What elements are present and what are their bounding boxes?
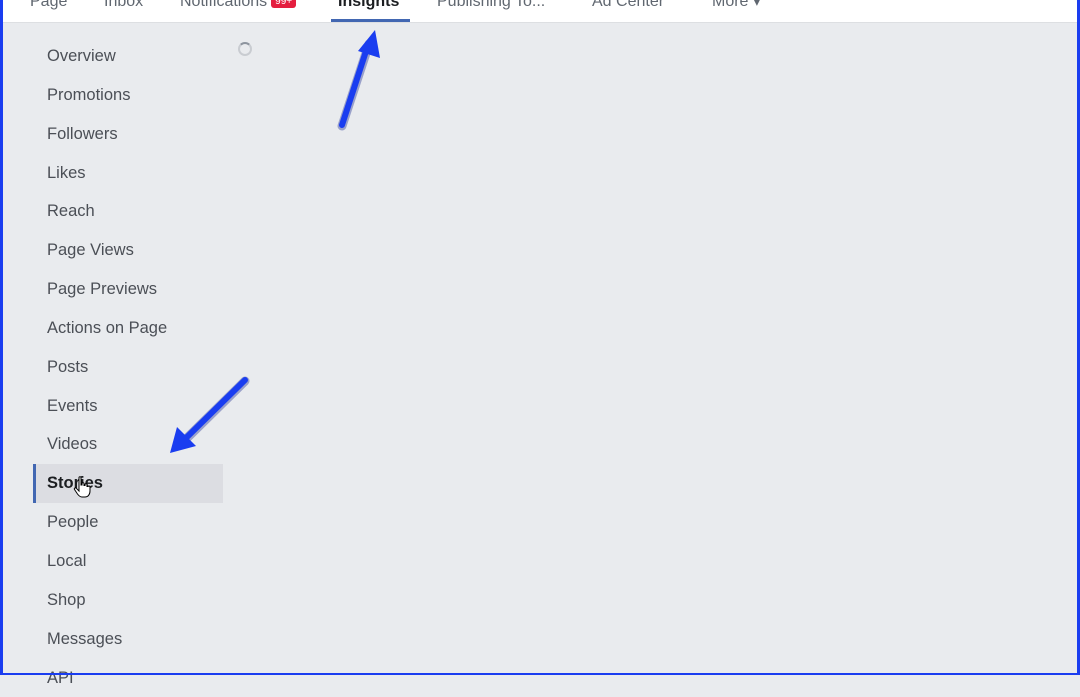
notifications-count-badge: 99+	[271, 0, 296, 8]
sidebar-item-people[interactable]: People	[33, 503, 223, 542]
tab-notifications[interactable]: Notifications 99+	[180, 0, 296, 22]
tab-more[interactable]: More ▾	[712, 0, 761, 22]
insights-sidebar: Overview Promotions Followers Likes Reac…	[33, 37, 223, 697]
sidebar-item-followers[interactable]: Followers	[33, 115, 223, 154]
tab-page[interactable]: Page	[30, 0, 67, 22]
sidebar-item-api[interactable]: API	[33, 659, 223, 697]
sidebar-item-events[interactable]: Events	[33, 387, 223, 426]
sidebar-item-messages[interactable]: Messages	[33, 620, 223, 659]
tab-notifications-label: Notifications	[180, 0, 267, 10]
page-top-navigation: Page Inbox Notifications99+ Insights Pub…	[0, 0, 1080, 23]
sidebar-item-actions-on-page[interactable]: Actions on Page	[33, 309, 223, 348]
sidebar-item-videos[interactable]: Videos	[33, 425, 223, 464]
sidebar-item-shop[interactable]: Shop	[33, 581, 223, 620]
active-tab-indicator	[331, 19, 410, 22]
sidebar-item-local[interactable]: Local	[33, 542, 223, 581]
arrow-to-insights-tab	[342, 30, 380, 126]
sidebar-item-overview[interactable]: Overview	[33, 37, 223, 76]
sidebar-item-likes[interactable]: Likes	[33, 154, 223, 193]
sidebar-item-promotions[interactable]: Promotions	[33, 76, 223, 115]
sidebar-item-page-views[interactable]: Page Views	[33, 231, 223, 270]
sidebar-item-reach[interactable]: Reach	[33, 192, 223, 231]
tab-publishing-tools[interactable]: Publishing To...	[437, 0, 545, 22]
spinner-icon	[238, 42, 252, 56]
hand-cursor-icon	[73, 476, 91, 498]
tab-ad-center[interactable]: Ad Center	[592, 0, 664, 22]
sidebar-item-stories[interactable]: Stories	[33, 464, 223, 503]
sidebar-item-posts[interactable]: Posts	[33, 348, 223, 387]
tab-inbox[interactable]: Inbox	[104, 0, 143, 22]
sidebar-item-page-previews[interactable]: Page Previews	[33, 270, 223, 309]
